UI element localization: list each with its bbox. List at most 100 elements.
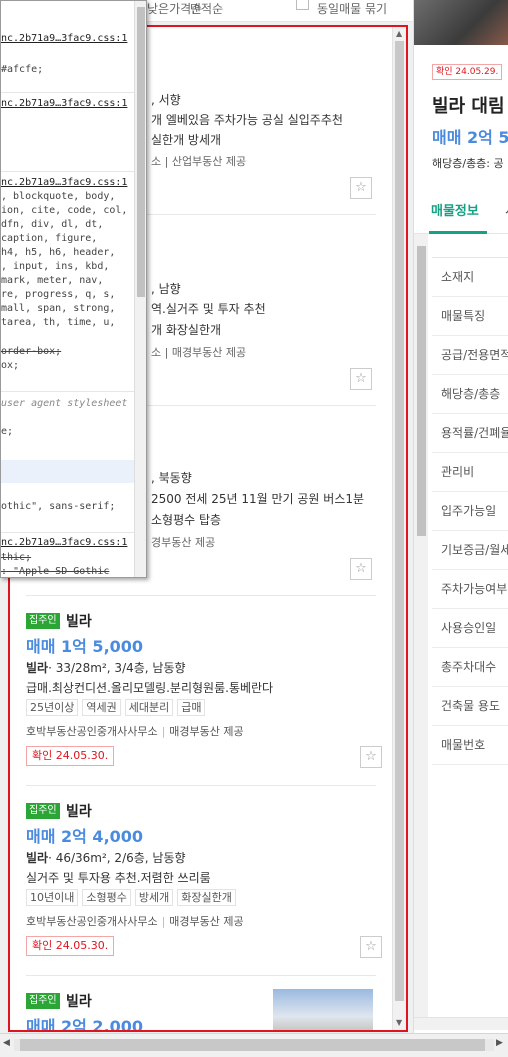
listing-description: 개 엘베있음 주차가능 공실 실입주추천 — [151, 113, 343, 127]
detail-info-label: 주차가능여부 — [432, 570, 508, 609]
css-code-line[interactable]: ox; — [1, 360, 19, 372]
detail-price: 매매 2억 5 — [432, 128, 508, 147]
css-declaration-overridden[interactable]: : "Apple SD Gothic — [1, 566, 109, 577]
detail-horizontal-scrollbar[interactable] — [414, 1017, 508, 1030]
detail-info-label: 용적률/건폐율 — [432, 414, 508, 453]
listing-tag: 급매 — [177, 699, 206, 716]
devtools-rule-divider — [1, 391, 135, 392]
listing-tags: 10년이내 소형평수 방세개 화장실한개 — [26, 889, 236, 906]
css-code-line[interactable]: re, progress, q, s, — [1, 289, 115, 301]
listing-tag: 방세개 — [134, 889, 174, 906]
listing-tag: 세대분리 — [124, 699, 174, 716]
listing-spec-detail: · 46/36m², 2/6층, 남동향 — [48, 851, 186, 865]
scroll-left-arrow-icon[interactable]: ◀ — [3, 1038, 10, 1048]
owner-badge: 집주인 — [26, 613, 60, 629]
css-code-line[interactable]: tarea, th, time, u, — [1, 317, 115, 329]
css-code-line[interactable]: caption, figure, — [1, 233, 97, 245]
scroll-down-arrow-icon[interactable]: ▼ — [396, 1018, 402, 1027]
css-code-line[interactable]: h4, h5, h6, header, — [1, 247, 115, 259]
listing-tags: 소형평수 탑층 — [151, 513, 222, 527]
listing-description: 역.실거주 및 투자 추천 — [151, 302, 266, 316]
css-source-link[interactable]: nc.2b71a9…3fac9.css:1 — [1, 33, 127, 45]
listing-tag: 화장실한개 — [177, 889, 236, 906]
css-code-line[interactable]: mark, meter, nav, — [1, 275, 103, 287]
provider-name: 매경부동산 제공 — [169, 725, 244, 738]
detail-info-label: 소재지 — [432, 258, 508, 297]
favorite-star-icon[interactable]: ☆ — [360, 746, 382, 768]
detail-info-label: 사용승인일 — [432, 609, 508, 648]
scrollbar-thumb[interactable] — [137, 7, 145, 297]
css-code-line[interactable]: dfn, div, dl, dt, — [1, 219, 103, 231]
css-code-line[interactable]: ion, cite, code, col, — [1, 205, 127, 217]
listing-type: 빌라 — [66, 804, 92, 820]
detail-info-table: 소재지 매물특징 공급/전용면적 해당층/총층 용적률/건폐율 관리비 입주가능일 기보증금/… — [432, 257, 508, 765]
css-code-line[interactable]: e; — [1, 426, 13, 438]
detail-info-label: 매물특징 — [432, 297, 508, 336]
listing-price[interactable]: 매매 1억 5,000 — [26, 633, 143, 657]
css-declaration-overridden[interactable]: order-box; — [1, 346, 61, 358]
css-declaration-overridden[interactable]: thic; — [1, 552, 31, 564]
listing-provider: 소 | 매경부동산 제공 — [151, 346, 247, 359]
listing-type: 빌라 — [66, 614, 92, 630]
owner-badge: 집주인 — [26, 993, 60, 1009]
detail-scrollbar[interactable] — [414, 234, 428, 1022]
listing-thumbnail[interactable] — [273, 989, 373, 1030]
css-source-link[interactable]: nc.2b71a9…3fac9.css:1 — [1, 177, 127, 189]
devtools-styles-pane: nc.2b71a9…3fac9.css:1 #afcfe; nc.2b71a9…3f… — [0, 0, 147, 578]
listing-price[interactable]: 매매 2억 2,000 — [26, 1013, 143, 1030]
css-code-line[interactable]: , blockquote, body, — [1, 191, 115, 203]
listing-description: 급매.최상컨디션.올리모델링.분리형원룸.통베란다 — [26, 681, 274, 695]
scrollbar-thumb[interactable] — [20, 1039, 485, 1051]
divider — [26, 975, 376, 976]
listing-photo[interactable] — [414, 0, 508, 45]
listing-card[interactable]: 집주인 빌라 매매 2억 2,000 — [26, 989, 386, 1030]
listing-spec-type: 빌라 — [26, 661, 49, 675]
listing-tags: 실한개 방세개 — [151, 133, 222, 147]
listing-spec: , 남향 — [151, 282, 181, 296]
owner-badge: 집주인 — [26, 803, 60, 819]
window-horizontal-scrollbar[interactable]: ◀ ▶ — [0, 1033, 508, 1057]
css-code-line[interactable]: othic", sans-serif; — [1, 501, 115, 513]
divider — [26, 785, 376, 786]
listing-spec: 빌라· 33/28m², 3/4층, 남동향 — [26, 659, 186, 676]
listing-agent: 호박부동산공인중개사사무소 | 매경부동산 제공 — [26, 725, 244, 738]
listing-scrollbar[interactable]: ▲ ▼ — [392, 27, 406, 1030]
detail-info-label: 기보증금/월세 — [432, 531, 508, 570]
user-agent-label: user agent stylesheet — [1, 398, 128, 409]
group-same-listings-checkbox[interactable] — [296, 0, 309, 10]
sort-option-area[interactable]: 면적순 — [190, 0, 223, 17]
favorite-star-icon[interactable]: ☆ — [350, 368, 372, 390]
css-code-line[interactable]: mall, span, strong, — [1, 303, 115, 315]
devtools-scrollbar[interactable] — [134, 1, 146, 577]
listing-tag: 25년이상 — [26, 699, 79, 716]
detail-info-label: 해당층/총층 — [432, 375, 508, 414]
listing-tags: 25년이상 역세권 세대분리 급매 — [26, 699, 206, 716]
scroll-up-arrow-icon[interactable]: ▲ — [396, 29, 402, 38]
detail-info-label: 관리비 — [432, 453, 508, 492]
devtools-rule-divider — [1, 532, 135, 533]
tab-listing-info[interactable]: 매물정보 — [431, 200, 479, 219]
verified-date-badge: 확인 24.05.29. — [432, 64, 503, 80]
listing-tag: 소형평수 — [82, 889, 131, 906]
css-source-link[interactable]: nc.2b71a9…3fac9.css:1 — [1, 537, 127, 549]
listing-card[interactable]: 집주인 빌라 매매 1억 5,000 빌라· 33/28m², 3/4층, 남동… — [26, 613, 386, 773]
listing-price[interactable]: 매매 2억 4,000 — [26, 823, 143, 847]
detail-info-label: 총주차대수 — [432, 648, 508, 687]
css-source-link[interactable]: nc.2b71a9…3fac9.css:1 — [1, 98, 127, 110]
listing-provider: 소 | 산업부동산 제공 — [151, 155, 247, 168]
listing-spec: , 북동향 — [151, 471, 192, 485]
favorite-star-icon[interactable]: ☆ — [350, 558, 372, 580]
scrollbar-thumb[interactable] — [417, 246, 426, 536]
listing-provider: 경부동산 제공 — [151, 536, 216, 549]
favorite-star-icon[interactable]: ☆ — [360, 936, 382, 958]
detail-panel: 확인 24.05.29. 빌라 대림 매매 2억 5 해당층/총층: 공 매물정… — [413, 0, 508, 1040]
scrollbar-thumb[interactable] — [395, 41, 404, 1001]
detail-info-label: 입주가능일 — [432, 492, 508, 531]
agent-name: 호박부동산공인중개사사무소 — [26, 915, 158, 928]
css-code-line[interactable]: , input, ins, kbd, — [1, 261, 109, 273]
devtools-rule-divider — [1, 92, 135, 93]
listing-card[interactable]: 집주인 빌라 매매 2억 4,000 빌라· 46/36m², 2/6층, 남동… — [26, 803, 386, 963]
css-code-line[interactable]: #afcfe; — [1, 64, 43, 76]
scroll-right-arrow-icon[interactable]: ▶ — [496, 1038, 503, 1048]
favorite-star-icon[interactable]: ☆ — [350, 177, 372, 199]
